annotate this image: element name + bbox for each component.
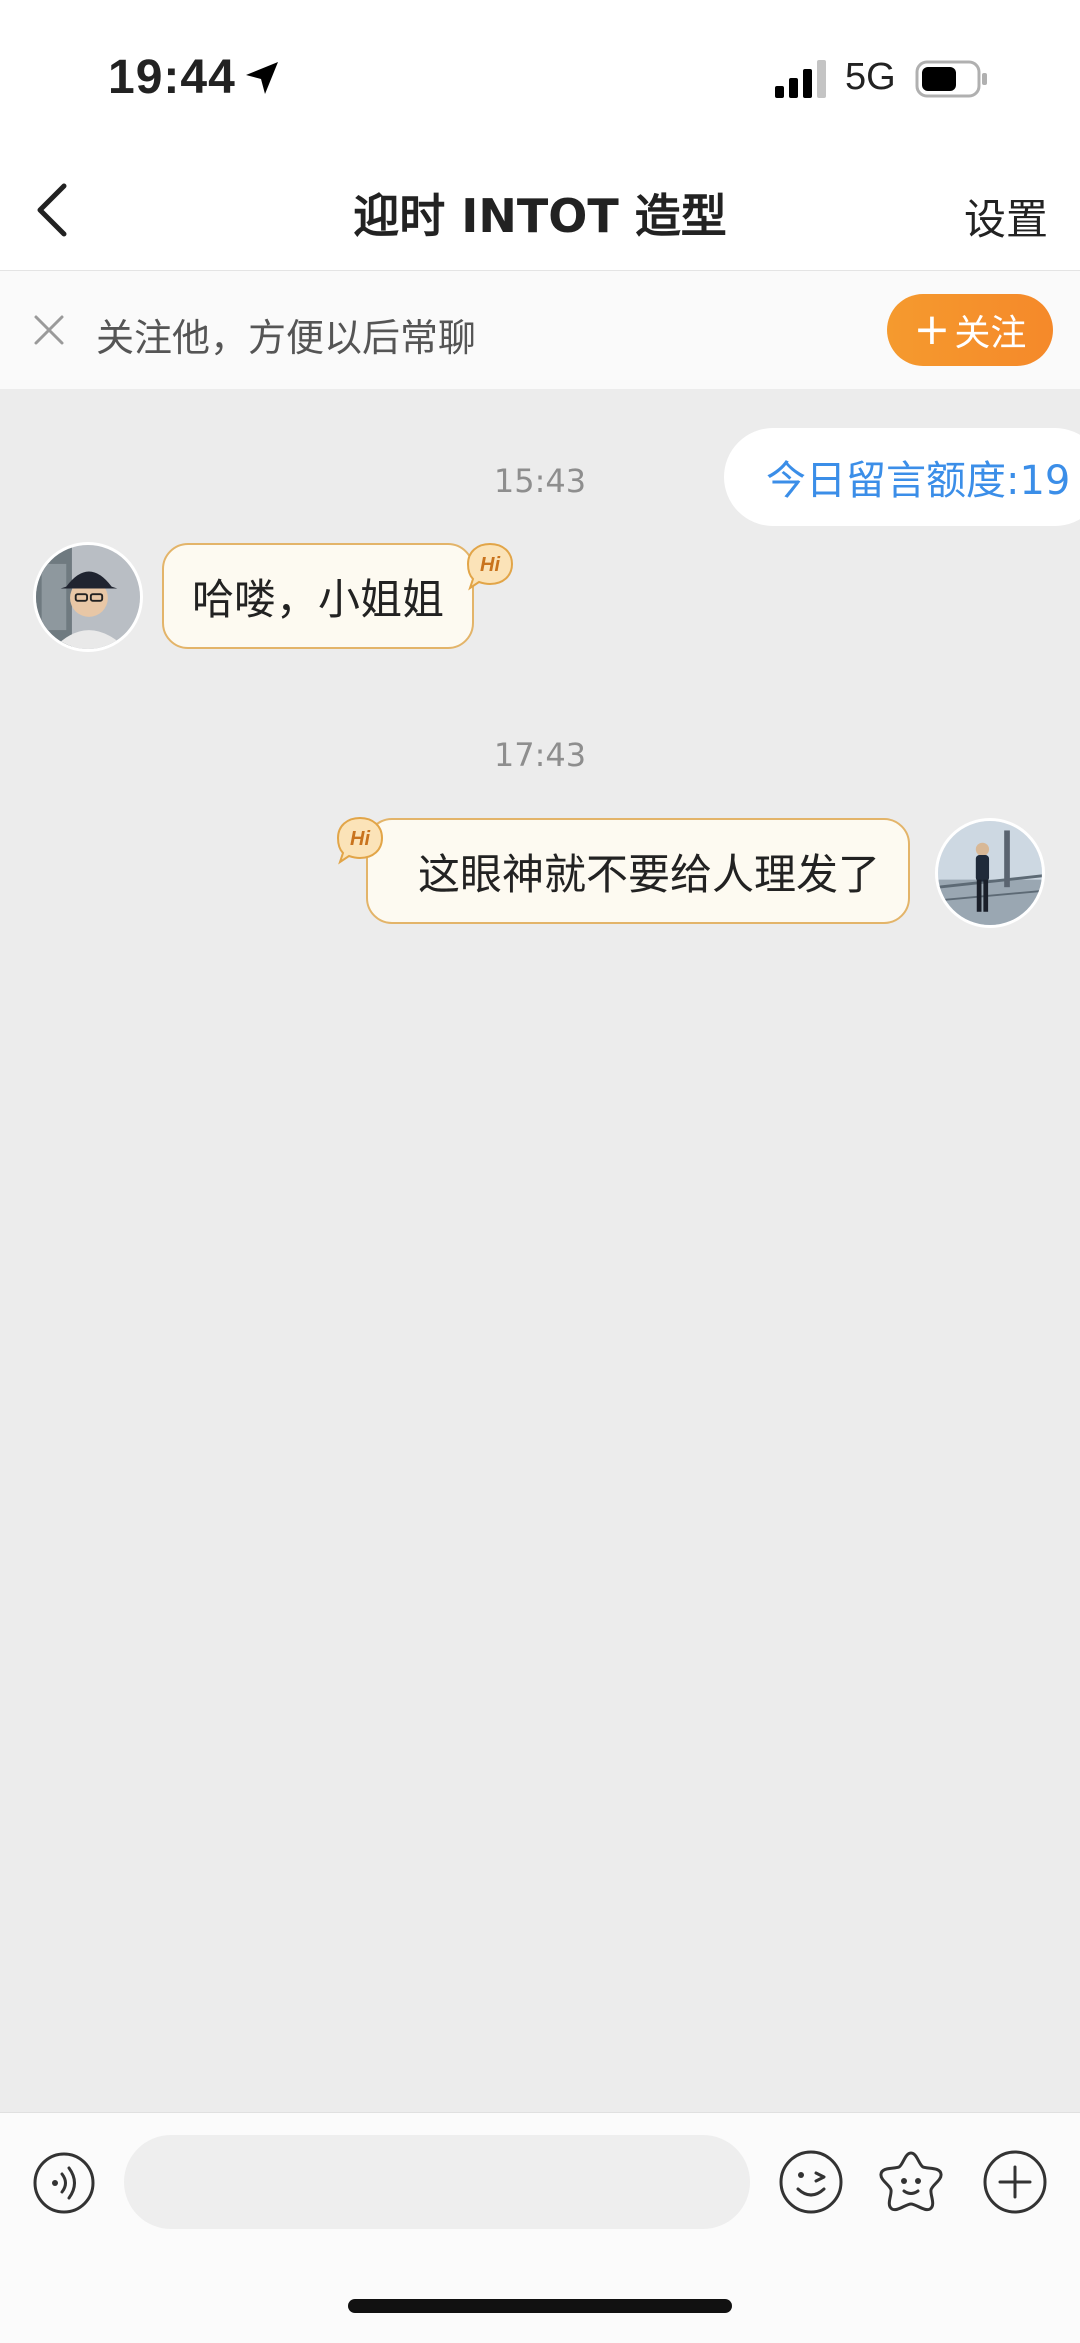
message-bubble-right[interactable]: 这眼神就不要给人理发了 [366,818,911,924]
hi-badge-label: Hi [480,554,500,576]
follow-prompt-text: 关注他，方便以后常聊 [96,316,477,360]
sticker-icon[interactable] [876,2147,946,2217]
message-input[interactable] [124,2135,750,2229]
emoji-icon[interactable] [778,2149,844,2215]
contact-avatar[interactable] [33,542,143,652]
location-arrow-icon [246,62,278,94]
follow-suggestion-bar: 关注他，方便以后常聊 + 关注 [0,271,1080,389]
chat-title: 迎时 INTOT 造型 [353,189,727,243]
status-time: 19:44 [108,51,236,104]
message-timestamp: 17:43 [493,736,587,774]
battery-icon [915,60,987,98]
home-indicator [348,2299,732,2313]
follow-button-label: 关注 [954,313,1027,354]
message-bubble-left[interactable]: 哈喽，小姐姐 [162,543,475,649]
plus-icon[interactable] [982,2149,1048,2215]
message-timestamp: 15:43 [493,462,587,500]
follow-button[interactable]: + 关注 [887,294,1053,366]
message-text: 这眼神就不要给人理发了 [418,849,881,899]
message-text: 哈喽，小姐姐 [192,574,445,624]
signal-icon [775,60,826,98]
hi-badge-label: Hi [350,828,370,850]
hi-badge-icon: Hi [466,542,514,591]
settings-button[interactable]: 设置 [964,186,1048,247]
voice-icon[interactable] [32,2151,96,2215]
hi-badge-icon: Hi [336,816,384,865]
close-icon[interactable] [30,311,68,349]
status-bar: 19:44 5G [0,0,1080,150]
plus-icon: + [913,304,951,355]
network-label: 5G [845,56,896,98]
user-avatar[interactable] [935,818,1045,928]
nav-bar: 迎时 INTOT 造型 设置 [0,150,1080,271]
